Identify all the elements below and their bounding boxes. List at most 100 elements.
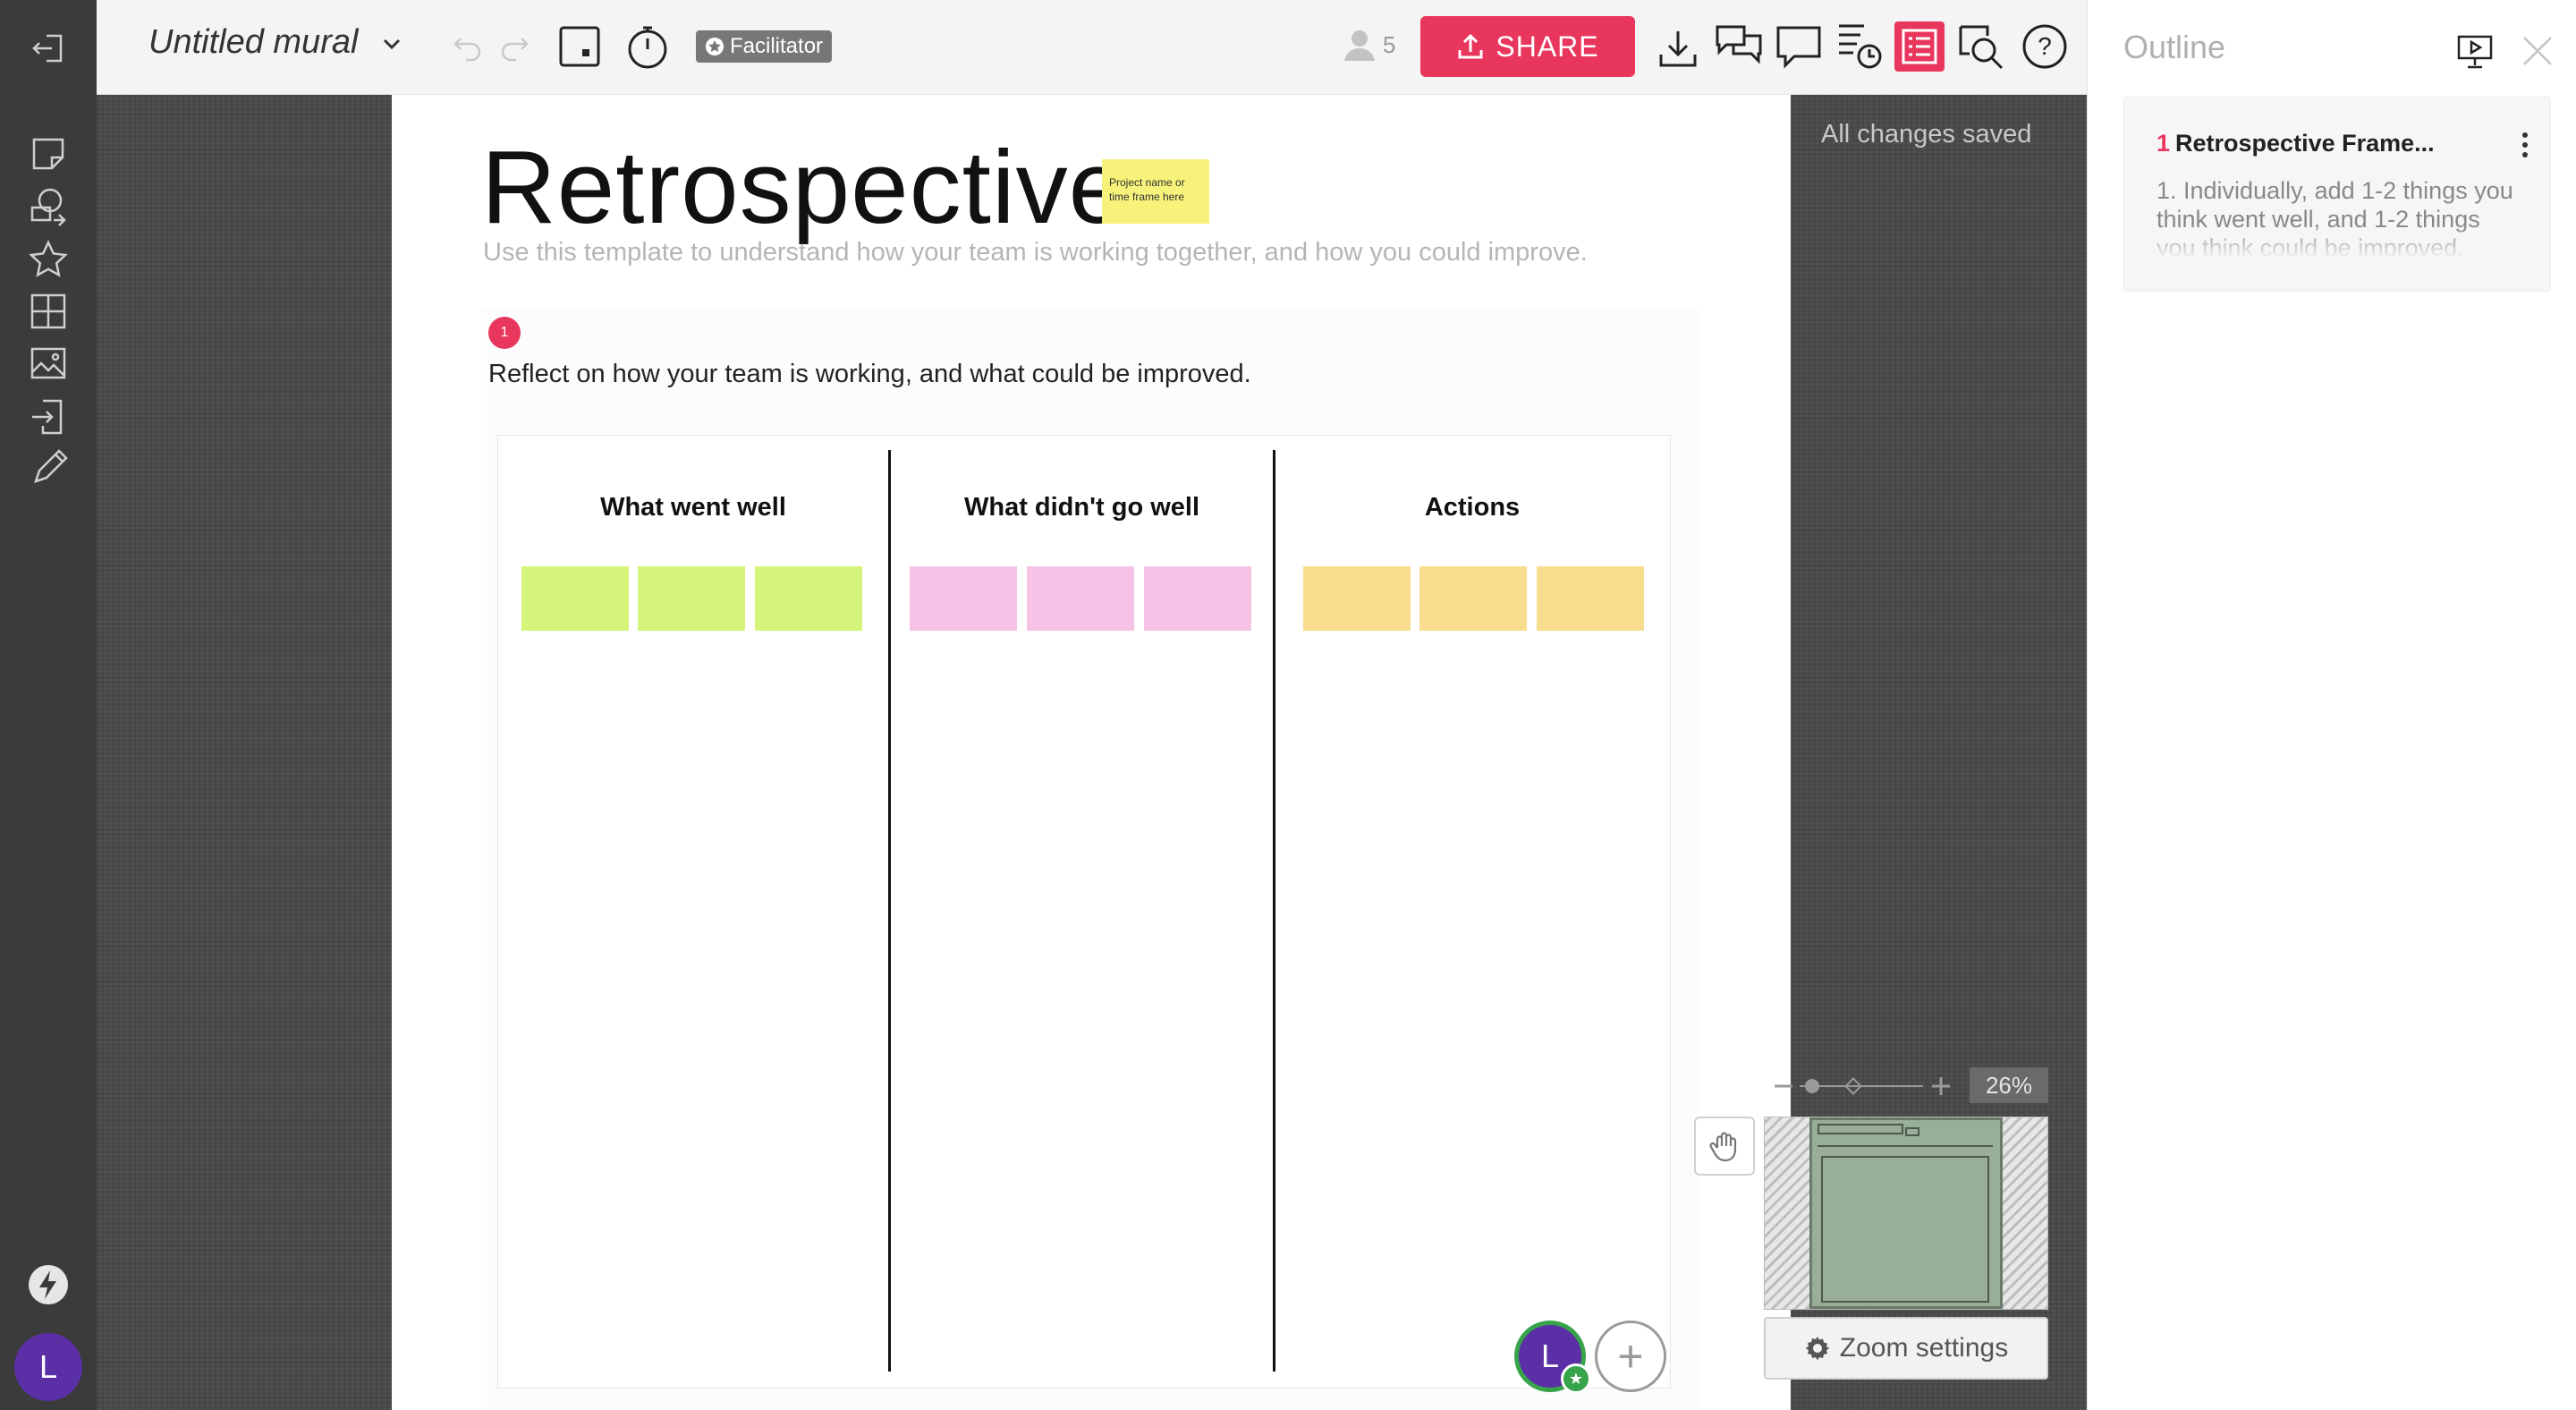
activity-icon xyxy=(1839,24,1882,69)
sticky-note-icon xyxy=(32,138,64,170)
gear-icon xyxy=(1805,1337,1830,1361)
sticky-note-green[interactable] xyxy=(638,566,745,631)
sticky-note-green[interactable] xyxy=(521,566,629,631)
outline-item-title[interactable]: 1 Retrospective Frame... xyxy=(2157,130,2435,157)
star-icon xyxy=(29,240,68,277)
user-count-text: 5 xyxy=(1383,30,1396,58)
left-toolbar: L xyxy=(0,0,97,1410)
outline-item-menu-button[interactable] xyxy=(2516,130,2534,160)
sticky-note-yellow[interactable] xyxy=(1419,566,1527,631)
minimap-line xyxy=(1818,1145,1993,1147)
zoom-slider[interactable] xyxy=(1773,1070,1952,1102)
zoom-settings-label: Zoom settings xyxy=(1839,1333,2009,1363)
upload-icon xyxy=(1458,33,1483,59)
mural-title[interactable]: Untitled mural xyxy=(148,23,403,62)
title-sticky-note[interactable]: Project name or time frame here xyxy=(1102,159,1209,224)
column-divider xyxy=(888,450,891,1372)
chat-icon xyxy=(1716,25,1762,64)
comment-button[interactable] xyxy=(1773,21,1825,72)
draw-tool[interactable] xyxy=(0,433,97,505)
board-subtitle[interactable]: Use this template to understand how your… xyxy=(483,238,1588,268)
column-heading-went-well[interactable]: What went well xyxy=(498,493,888,522)
image-icon xyxy=(30,347,66,379)
grid-icon xyxy=(30,293,66,329)
lightning-icon xyxy=(29,1265,68,1304)
user-avatar[interactable]: L xyxy=(14,1333,82,1401)
close-outline-button[interactable] xyxy=(2517,30,2558,72)
timer-button[interactable] xyxy=(623,21,673,72)
hand-icon xyxy=(1709,1132,1737,1162)
column-heading-actions[interactable]: Actions xyxy=(1275,493,1669,522)
mural-canvas[interactable]: Retrospective Project name or time frame… xyxy=(97,95,2087,1410)
download-icon xyxy=(1659,31,1697,67)
outline-title: Outline xyxy=(2123,29,2226,65)
outline-item-description: 1. Individually, add 1-2 things you thin… xyxy=(2157,177,2513,259)
undo-button[interactable] xyxy=(447,27,488,68)
share-button[interactable]: SHARE xyxy=(1420,16,1635,77)
add-collaborator-button[interactable]: + xyxy=(1595,1321,1666,1392)
zoom-in-icon[interactable] xyxy=(1932,1077,1950,1095)
hand-tool-button[interactable] xyxy=(1694,1117,1755,1176)
close-icon xyxy=(2523,37,2552,65)
outline-panel: Outline 1 Retrospective Frame... 1. Indiv… xyxy=(2087,0,2576,1410)
outline-mode-button[interactable] xyxy=(556,23,603,70)
sticky-note-pink[interactable] xyxy=(1027,566,1134,631)
chevron-down-icon[interactable] xyxy=(380,32,403,55)
redo-icon xyxy=(501,38,529,62)
mural-title-text: Untitled mural xyxy=(148,23,359,61)
zoom-slider-handle[interactable] xyxy=(1805,1079,1819,1093)
help-icon: ? xyxy=(2022,24,2067,69)
outline-item-number: 1 xyxy=(2157,130,2171,157)
step-number-badge: 1 xyxy=(488,317,521,349)
undo-icon xyxy=(453,38,481,62)
minimap[interactable] xyxy=(1764,1117,2048,1310)
facilitator-star-icon xyxy=(706,38,724,55)
step-instruction[interactable]: Reflect on how your team is working, and… xyxy=(488,360,1251,389)
top-bar: Untitled mural Facilitator 5 SHARE ? xyxy=(97,0,2087,95)
avatar-initial: L xyxy=(38,1348,58,1385)
retrospective-frame[interactable]: What went well What didn't go well Actio… xyxy=(497,435,1671,1389)
presentation-icon xyxy=(2457,35,2493,69)
minimap-frame-shape xyxy=(1821,1156,1989,1303)
svg-text:?: ? xyxy=(2038,32,2052,60)
zoom-percent[interactable]: 26% xyxy=(1970,1067,2048,1103)
sticky-note-green[interactable] xyxy=(755,566,862,631)
facilitator-star-icon: ★ xyxy=(1561,1363,1591,1394)
import-icon xyxy=(32,399,63,435)
outline-item-title-text: Retrospective Frame... xyxy=(2175,130,2435,157)
zoom-settings-button[interactable]: Zoom settings xyxy=(1764,1317,2048,1380)
board: Retrospective Project name or time frame… xyxy=(392,95,1791,1410)
sticky-note-pink[interactable] xyxy=(910,566,1017,631)
share-label: SHARE xyxy=(1496,30,1599,63)
exit-button[interactable] xyxy=(0,13,97,84)
save-status: All changes saved xyxy=(1821,120,2032,149)
lightning-button[interactable] xyxy=(0,1249,97,1321)
sticky-note-pink[interactable] xyxy=(1144,566,1251,631)
exit-icon xyxy=(32,34,63,63)
shapes-icon xyxy=(30,188,66,226)
sticky-note-yellow[interactable] xyxy=(1303,566,1411,631)
collaborators-count[interactable]: 5 xyxy=(1342,27,1395,63)
outline-item-card[interactable]: 1 Retrospective Frame... 1. Individually,… xyxy=(2123,97,2551,292)
minimap-viewport[interactable] xyxy=(1809,1117,2003,1309)
column-heading-didnt-go-well[interactable]: What didn't go well xyxy=(891,493,1273,522)
activity-button[interactable] xyxy=(1834,20,1885,73)
minimap-note-shape xyxy=(1905,1127,1919,1136)
board-title[interactable]: Retrospective xyxy=(481,127,1127,247)
outline-frame-icon xyxy=(559,26,600,67)
search-button[interactable] xyxy=(1953,20,2007,73)
timer-icon xyxy=(628,26,667,69)
sticky-note-yellow[interactable] xyxy=(1537,566,1644,631)
facilitator-label: Facilitator xyxy=(730,34,824,58)
user-icon xyxy=(1344,30,1375,61)
search-icon xyxy=(1959,25,2004,70)
redo-button[interactable] xyxy=(494,27,535,68)
facilitator-badge[interactable]: Facilitator xyxy=(696,30,833,63)
column-divider xyxy=(1273,450,1275,1372)
outline-button[interactable] xyxy=(1894,21,1945,72)
chat-button[interactable] xyxy=(1712,21,1766,73)
download-button[interactable] xyxy=(1653,23,1703,73)
pencil-icon xyxy=(34,449,68,483)
present-button[interactable] xyxy=(2453,29,2497,73)
help-button[interactable]: ? xyxy=(2020,21,2070,72)
